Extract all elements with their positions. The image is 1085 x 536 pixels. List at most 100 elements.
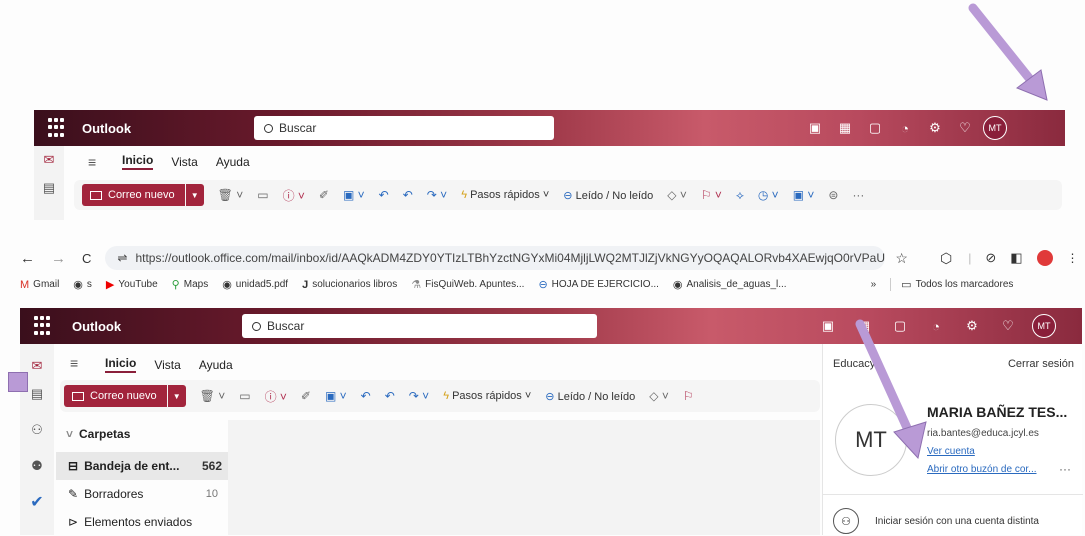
whats-new-icon[interactable]: ▢ — [860, 113, 890, 143]
quick-steps-button[interactable]: ϟ Pasos rápidos ˅ — [461, 189, 549, 201]
reply-icon[interactable]: ↶ — [379, 188, 389, 202]
bookmark-solucionarios[interactable]: Jsolucionarios libros — [302, 279, 397, 291]
reply-all-icon[interactable]: ↶ — [385, 389, 395, 403]
todo-check-icon[interactable]: ✔ — [23, 488, 51, 516]
tab-vista[interactable]: Vista — [154, 358, 180, 372]
app-launcher-icon[interactable] — [48, 118, 68, 138]
delete-icon[interactable]: 🗑 ˅ — [218, 188, 244, 202]
reload-icon[interactable]: C — [82, 251, 91, 266]
folder-inbox[interactable]: ⊟ Bandeja de ent... 562 — [56, 452, 228, 480]
new-mail-button[interactable]: Correo nuevo — [64, 385, 167, 407]
delete-icon[interactable]: 🗑 ˅ — [200, 389, 226, 403]
meet-now-icon[interactable]: ▣ — [810, 311, 846, 341]
tab-vista[interactable]: Vista — [171, 155, 197, 169]
calendar-icon[interactable]: ▤ — [35, 174, 63, 202]
groups-icon[interactable]: ⚉ — [23, 452, 51, 480]
forward-icon[interactable]: ↷ ˅ — [409, 389, 429, 403]
bookmark-fisquiweb[interactable]: ⚗ FisQuiWeb. Apuntes... — [411, 278, 524, 291]
tab-inicio[interactable]: Inicio — [122, 153, 154, 170]
open-other-mailbox-link[interactable]: Abrir otro buzón de cor... — [927, 464, 1037, 475]
search-input[interactable]: Buscar — [254, 116, 554, 140]
reply-icon[interactable]: ↶ — [361, 389, 371, 403]
snooze-icon[interactable]: ◷ ˅ — [758, 188, 779, 202]
read-unread-button[interactable]: ⊖ Leído / No leído — [545, 390, 635, 403]
hamburger-icon[interactable]: ≡ — [70, 355, 78, 371]
mail-icon[interactable]: ✉ — [35, 146, 63, 174]
bookmark-gmail[interactable]: M Gmail — [20, 279, 59, 291]
sidepanel-icon[interactable]: ◧ — [1010, 250, 1022, 266]
all-bookmarks-folder[interactable]: ▭ Todos los marcadores — [890, 278, 1013, 291]
folders-header-label: Carpetas — [79, 427, 131, 441]
sign-in-other-account[interactable]: Iniciar sesión con una cuenta distinta — [875, 516, 1039, 527]
folder-drafts[interactable]: ✎ Borradores 10 — [56, 480, 228, 508]
new-mail-dropdown[interactable]: ▼ — [185, 184, 204, 206]
sign-out-link[interactable]: Cerrar sesión — [1008, 358, 1074, 370]
app-name[interactable]: Outlook — [72, 319, 121, 334]
lightbulb-icon[interactable]: ♡ — [950, 113, 980, 143]
flag-icon[interactable]: ⚐ — [683, 389, 694, 403]
bookmark-unidad5[interactable]: ◉ unidad5.pdf — [222, 278, 288, 291]
report-icon[interactable]: ⓘ ˅ — [283, 187, 305, 204]
move-icon[interactable]: ▣ ˅ — [343, 188, 365, 202]
archive-icon[interactable]: ▭ — [239, 389, 250, 403]
more-options-top[interactable]: ··· — [852, 188, 864, 202]
address-bar[interactable]: ⇌ https://outlook.office.com/mail/inbox/… — [105, 246, 886, 270]
account-button[interactable]: MT — [980, 113, 1010, 143]
kebab-menu-icon[interactable]: ⋮ — [1067, 251, 1079, 265]
folders-header[interactable]: ˅ Carpetas — [56, 420, 228, 448]
cast-icon[interactable]: ⊘ — [985, 250, 996, 266]
site-info-icon[interactable]: ⇌ — [117, 251, 127, 265]
rules-icon[interactable]: ▣ ˅ — [793, 188, 815, 202]
forward-icon[interactable]: ↷ ˅ — [427, 188, 447, 202]
tag-icon[interactable]: ◇ ˅ — [667, 188, 687, 202]
add-account-icon[interactable]: ⚇ — [833, 508, 859, 534]
sweep-icon[interactable]: ✐ — [301, 389, 311, 403]
tab-inicio[interactable]: Inicio — [105, 356, 137, 373]
bookmark-label: YouTube — [118, 279, 158, 290]
search-input[interactable]: Buscar — [242, 314, 597, 338]
gear-icon[interactable]: ⚙ — [920, 113, 950, 143]
account-button[interactable]: MT — [1026, 311, 1062, 341]
lightning-icon: ϟ — [443, 390, 450, 402]
lightbulb-icon[interactable]: ♡ — [990, 311, 1026, 341]
folder-sent[interactable]: ⊳ Elementos enviados — [56, 508, 228, 536]
people-icon[interactable]: ⚇ — [23, 416, 51, 444]
flag-icon[interactable]: ⚐ ˅ — [701, 188, 722, 202]
print-icon[interactable]: ⊜ — [828, 188, 838, 202]
user-email: ria.bantes@educa.jcyl.es — [927, 428, 1039, 439]
more-bookmarks-icon[interactable]: » — [871, 279, 877, 290]
sweep-icon[interactable]: ✐ — [319, 188, 329, 202]
more-options-button[interactable]: ··· — [1059, 462, 1071, 476]
report-icon[interactable]: ⓘ ˅ — [265, 388, 287, 405]
meet-now-icon[interactable]: ▣ — [800, 113, 830, 143]
hamburger-icon[interactable]: ≡ — [88, 154, 96, 170]
tab-ayuda[interactable]: Ayuda — [216, 155, 250, 169]
bookmark-s[interactable]: ◉ s — [73, 278, 92, 291]
quick-steps-button[interactable]: ϟ Pasos rápidos ˅ — [443, 390, 531, 402]
new-mail-dropdown[interactable]: ▼ — [167, 385, 186, 407]
bookmark-maps[interactable]: ⚲ Maps — [172, 278, 209, 291]
new-mail-button[interactable]: Correo nuevo — [82, 184, 185, 206]
reply-all-icon[interactable]: ↶ — [403, 188, 413, 202]
tag-icon[interactable]: ◇ ˅ — [649, 389, 669, 403]
user-name: MARIA BAÑEZ TES... — [927, 404, 1068, 420]
read-unread-button[interactable]: ⊖ Leído / No leído — [563, 189, 653, 202]
move-icon[interactable]: ▣ ˅ — [325, 389, 347, 403]
bookmark-analisis[interactable]: ◉ Analisis_de_aguas_l... — [673, 278, 787, 291]
pin-icon[interactable]: ⟡ — [736, 188, 744, 203]
back-icon[interactable]: ← — [20, 250, 35, 267]
gear-icon[interactable]: ⚙ — [954, 311, 990, 341]
bookmark-hoja[interactable]: ⊖ HOJA DE EJERCICIO... — [538, 278, 658, 291]
app-launcher-icon[interactable] — [34, 316, 54, 336]
app-name[interactable]: Outlook — [82, 121, 131, 136]
star-icon[interactable]: ☆ — [895, 250, 908, 267]
teams-icon[interactable]: ▦ — [830, 113, 860, 143]
forward-icon-browser[interactable]: → — [51, 250, 66, 267]
extensions-icon[interactable]: ⬡ — [940, 250, 952, 267]
profile-icon[interactable] — [1036, 250, 1053, 266]
search-icon — [252, 321, 261, 331]
archive-icon[interactable]: ▭ — [257, 188, 268, 202]
bell-icon[interactable]: ◔ — [890, 113, 920, 143]
tab-ayuda[interactable]: Ayuda — [199, 358, 233, 372]
bookmark-youtube[interactable]: ▶ YouTube — [106, 278, 158, 291]
